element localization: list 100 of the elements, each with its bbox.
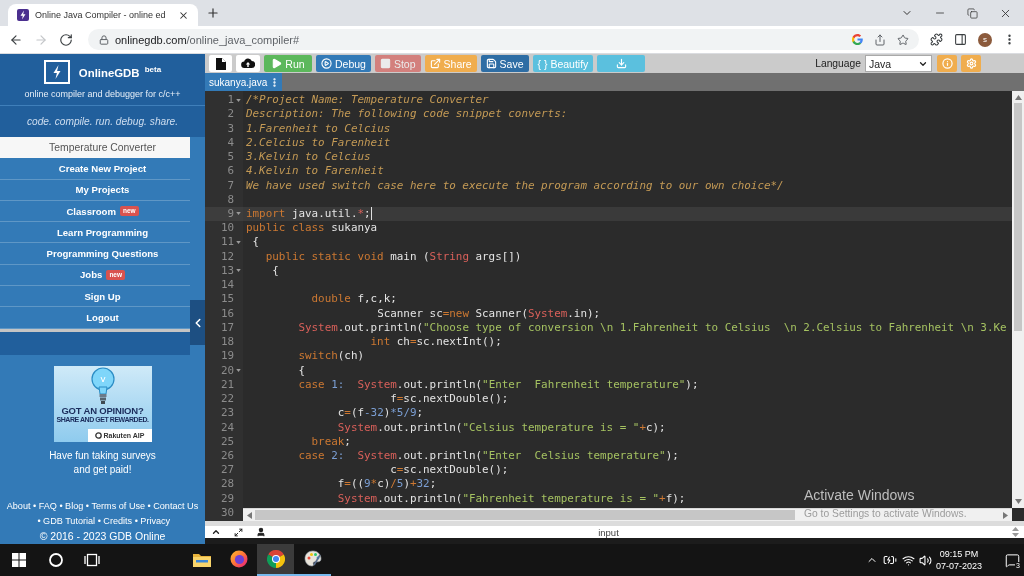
footer-link[interactable]: Contact Us	[153, 499, 199, 514]
scrollbar-thumb[interactable]	[1014, 103, 1022, 331]
code-line: public class sukanya	[246, 221, 378, 236]
share-icon[interactable]	[874, 33, 886, 46]
scrollbar-thumb[interactable]	[255, 510, 795, 520]
upload-button[interactable]	[236, 55, 260, 72]
code-line: 3.Kelvin to Celcius	[246, 150, 371, 165]
sidebar-item[interactable]: Learn Programming	[0, 222, 190, 244]
back-arrow-icon[interactable]	[9, 32, 23, 47]
save-button[interactable]: Save	[480, 55, 529, 72]
line-number: 10	[219, 221, 234, 236]
scroll-arrows-icon[interactable]	[1012, 527, 1019, 537]
horizontal-scrollbar[interactable]	[243, 508, 1012, 521]
code-line: case 1: System.out.println("Enter Fahrenheit temperature");	[298, 377, 699, 392]
palette-icon	[303, 550, 322, 568]
promo-text: Have fun taking surveys and get paid!	[48, 448, 157, 477]
code-line: c=(f-32)*5/9;	[337, 406, 424, 421]
text-cursor	[370, 207, 372, 221]
url-text: onlinegdb.com/online_java_compiler#	[115, 33, 300, 46]
info-icon	[941, 58, 953, 69]
sidebar-item[interactable]: Programming Questions	[0, 243, 190, 265]
play-icon	[271, 58, 283, 69]
star-icon[interactable]	[897, 33, 909, 46]
link-separator: •	[147, 500, 151, 513]
sidebar-item[interactable]: Temperature Converter	[0, 137, 190, 159]
sidebar-item[interactable]: My Projects	[0, 179, 190, 201]
footer-link[interactable]: Credits	[103, 514, 133, 529]
file-tab[interactable]: sukanya.java	[205, 73, 283, 91]
new-file-button[interactable]	[209, 55, 232, 72]
clock-time[interactable]: 09:15 PM	[939, 548, 979, 560]
wifi-icon[interactable]	[901, 553, 915, 567]
clock-date[interactable]: 07-07-2023	[935, 560, 982, 572]
chevron-up-icon[interactable]	[211, 527, 221, 537]
ad-headline: GOT AN OPINION?	[61, 404, 144, 416]
code-line: int ch=sc.nextInt();	[370, 335, 502, 350]
line-number: 3	[226, 121, 234, 136]
scroll-up-arrow-icon[interactable]	[1014, 95, 1022, 100]
sidebar-item[interactable]: Sign Up	[0, 286, 190, 308]
fold-arrow-icon[interactable]	[236, 240, 241, 244]
activation-notice-text: Go to Settings to activate Windows.	[804, 508, 967, 520]
stop-icon	[379, 58, 391, 69]
line-number: 23	[219, 406, 234, 421]
new-tab-icon[interactable]	[205, 6, 220, 20]
run-button[interactable]: Run	[264, 55, 312, 72]
restore-icon[interactable]	[967, 7, 978, 19]
input-tab[interactable]: input	[598, 526, 619, 538]
address-bar[interactable]: onlinegdb.com/online_java_compiler#	[88, 29, 919, 50]
line-number: 17	[219, 320, 234, 335]
line-number: 24	[219, 420, 234, 435]
person-icon[interactable]	[256, 527, 266, 537]
browser-logo-icon	[266, 550, 285, 568]
puzzle-icon[interactable]	[930, 33, 943, 46]
reload-icon[interactable]	[59, 32, 73, 47]
brand-subtitle: online compiler and debugger for c/c++	[24, 89, 181, 99]
code-line: public static void main (String args[])	[265, 249, 522, 264]
copyright-text: © 2016 - 2023 GDB Online	[39, 529, 166, 544]
scroll-down-arrow-icon[interactable]	[1014, 499, 1022, 504]
sidebar-item[interactable]: Create New Project	[0, 158, 190, 180]
lightning-favicon-icon	[17, 9, 29, 21]
line-number: 27	[219, 463, 234, 478]
vertical-scrollbar[interactable]	[1012, 91, 1024, 508]
fold-arrow-icon[interactable]	[236, 212, 241, 216]
code-line: break;	[311, 434, 351, 449]
fold-arrow-icon[interactable]	[236, 98, 241, 102]
footer-link[interactable]: Blog	[65, 499, 84, 514]
circle-icon	[48, 553, 63, 567]
circle-play-icon	[321, 58, 332, 69]
battery-icon[interactable]	[883, 553, 897, 567]
profile-avatar[interactable]: s	[978, 32, 992, 47]
link-separator: •	[97, 515, 101, 528]
side-panel-icon[interactable]	[954, 33, 967, 46]
line-number: 20	[219, 363, 234, 378]
fox-orb-icon	[229, 550, 248, 568]
lock-icon	[99, 34, 109, 45]
line-number: 5	[226, 150, 234, 165]
footer-link[interactable]: About	[6, 499, 31, 514]
code-line: {	[272, 263, 279, 278]
file-icon	[215, 57, 226, 70]
volume-icon[interactable]	[918, 553, 932, 567]
debug-button[interactable]: Debug	[316, 55, 371, 72]
close-tab-icon[interactable]	[177, 9, 189, 21]
fold-arrow-icon[interactable]	[236, 269, 241, 273]
code-line: System.out.println("Choose type of conversion \n 1.Fahrenheit to Celsius \n 2.Celsius to Fahrenheit \n 3.Ke	[298, 320, 1007, 335]
link-separator: •	[37, 515, 41, 528]
browser-tab[interactable]: Online Java Compiler - online ed	[8, 4, 198, 26]
footer-link[interactable]: Privacy	[140, 514, 171, 529]
fold-arrow-icon[interactable]	[236, 369, 241, 373]
collapse-sidebar-button[interactable]	[190, 300, 205, 345]
footer-link[interactable]: FAQ	[38, 499, 57, 514]
footer-link[interactable]: GDB Tutorial	[43, 514, 96, 529]
footer-link[interactable]: Terms of Use	[91, 499, 146, 514]
taskbar-app[interactable]	[257, 544, 294, 576]
line-number: 4	[226, 135, 234, 150]
scroll-left-arrow-icon[interactable]	[247, 511, 252, 519]
line-number: 8	[226, 192, 234, 207]
expand-icon[interactable]	[234, 527, 243, 537]
lightning-logo-icon	[43, 60, 70, 84]
scroll-right-arrow-icon[interactable]	[1003, 511, 1008, 519]
link-separator: •	[59, 500, 63, 513]
language-select[interactable]: Java	[865, 55, 932, 72]
